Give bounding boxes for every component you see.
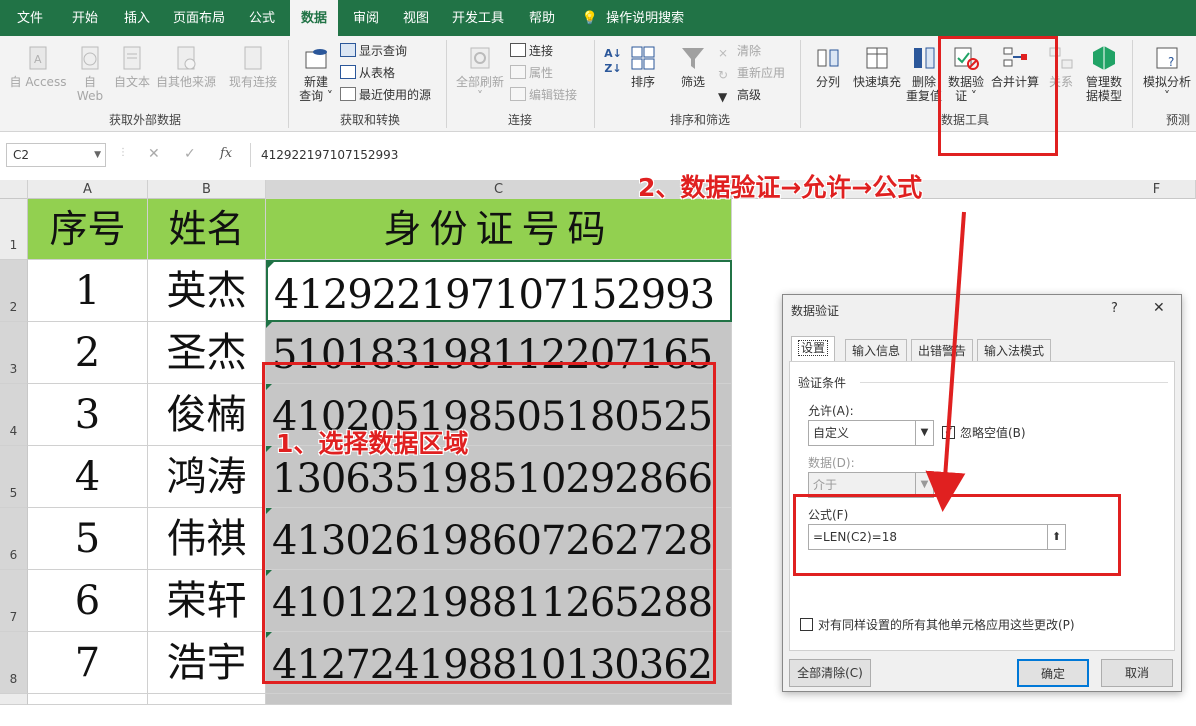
annotation-arrows	[925, 211, 966, 512]
arrow-to-formula	[925, 211, 966, 512]
